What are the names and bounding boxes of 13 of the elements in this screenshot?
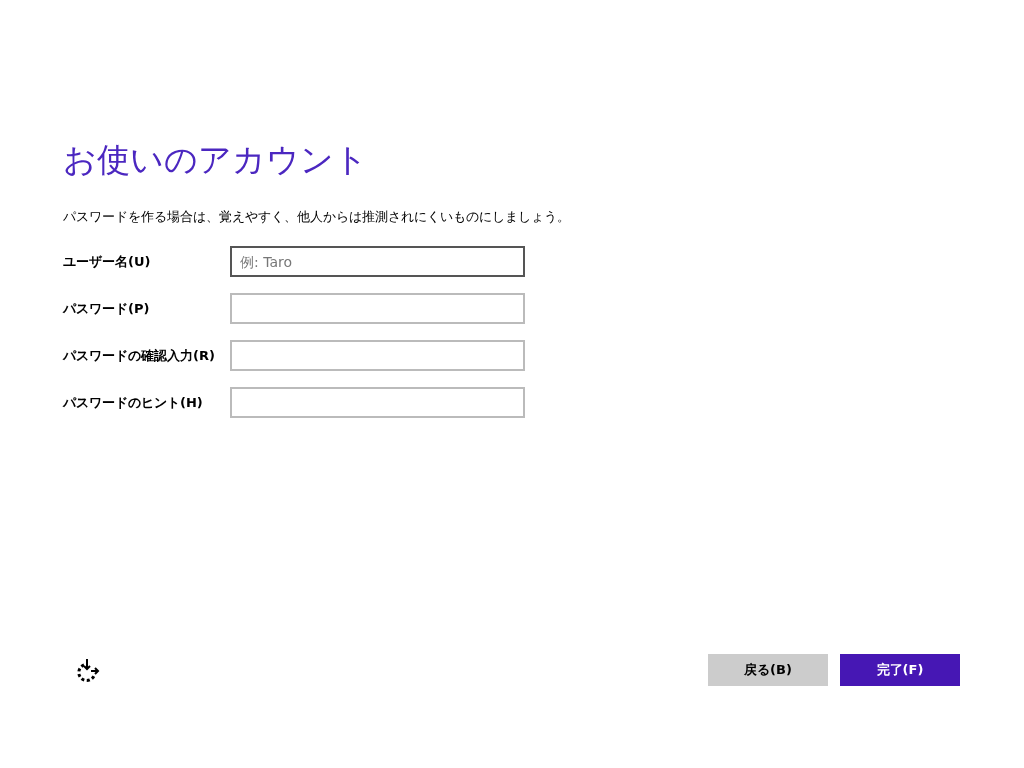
finish-button[interactable]: 完了(F) bbox=[840, 654, 960, 686]
field-label: パスワードの確認入力(R) bbox=[63, 346, 216, 365]
input-field[interactable] bbox=[230, 387, 525, 418]
description-text: パスワードを作る場合は、覚えやすく、他人からは推測されにくいものにしましょう。 bbox=[63, 208, 571, 226]
input-field[interactable]: 例: Taro bbox=[230, 246, 525, 277]
field-label: パスワード(P) bbox=[63, 299, 151, 318]
accessibility-icon[interactable] bbox=[76, 657, 102, 683]
field-label: パスワードのヒント(H) bbox=[63, 393, 204, 412]
page-title: お使いのアカウント bbox=[63, 139, 369, 181]
field-label: ユーザー名(U) bbox=[63, 252, 152, 271]
input-field[interactable] bbox=[230, 293, 525, 324]
input-field[interactable] bbox=[230, 340, 525, 371]
back-button[interactable]: 戻る(B) bbox=[708, 654, 828, 686]
